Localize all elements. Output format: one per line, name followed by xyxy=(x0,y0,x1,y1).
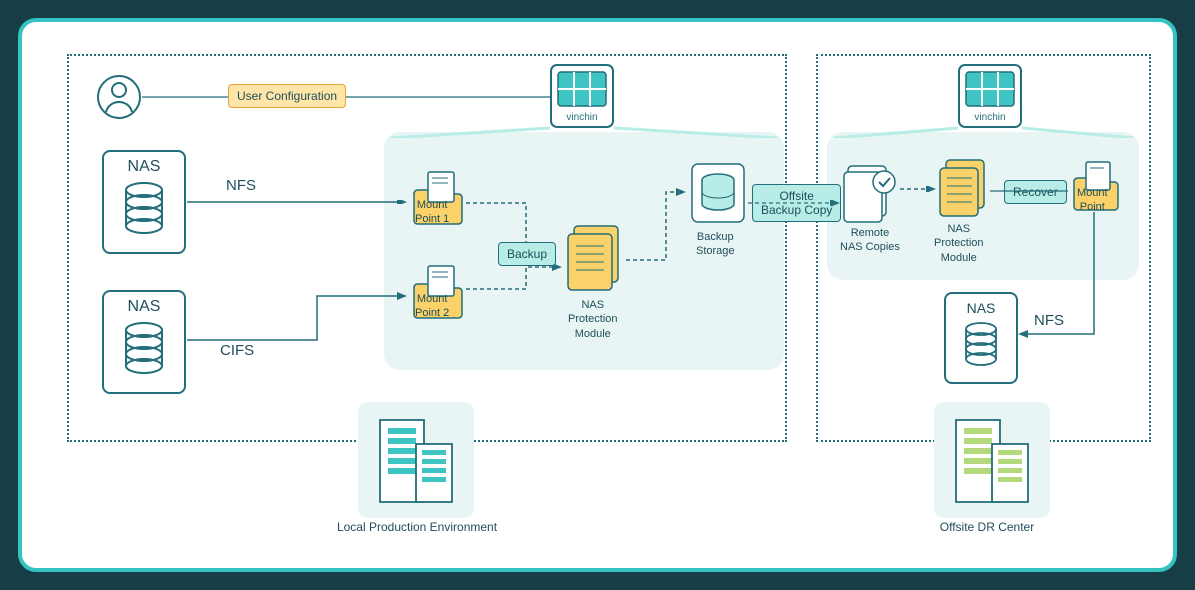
diagram-frame: User Configuration vinchin vinchin NAS xyxy=(18,18,1177,572)
line-module-to-mount-offsite xyxy=(990,188,1068,194)
nas-protection-module-local-label: NAS Protection Module xyxy=(568,298,618,341)
nas-1-title: NAS xyxy=(128,158,161,176)
mount-point-2-label: Mount Point 2 xyxy=(415,292,449,321)
remote-nas-copies xyxy=(840,162,902,224)
backup-storage-label: Backup Storage xyxy=(696,230,735,259)
document-stack-icon xyxy=(936,156,992,220)
zone-offsite-title: Offsite DR Center xyxy=(912,520,1062,534)
line-nas1-to-mount xyxy=(187,200,407,204)
chip-user-configuration-label: User Configuration xyxy=(228,84,346,108)
nas-2-title: NAS xyxy=(128,298,161,316)
chip-backup-label: Backup xyxy=(498,242,556,266)
arrow-offsite-copy xyxy=(748,200,840,206)
nas-protection-module-offsite xyxy=(936,156,992,220)
beam-offsite xyxy=(828,126,1140,138)
buildings-icon xyxy=(366,410,466,510)
nas-device-2: NAS xyxy=(102,290,186,394)
nas-device-1: NAS xyxy=(102,150,186,254)
protocol-cifs: CIFS xyxy=(220,342,254,359)
document-stack-icon xyxy=(564,222,626,294)
protocol-nfs-1: NFS xyxy=(226,177,256,194)
building-local xyxy=(358,402,474,518)
vinchin-icon: vinchin xyxy=(958,64,1022,128)
vinchin-icon: vinchin xyxy=(550,64,614,128)
storage-disks-icon xyxy=(121,320,167,378)
beam-local xyxy=(384,126,782,138)
nas-protection-module-offsite-label: NAS Protection Module xyxy=(934,222,984,265)
mount-point-offsite-label: Mount Point xyxy=(1077,186,1108,215)
database-icon xyxy=(688,160,748,226)
line-mount-to-nas-offsite xyxy=(1018,212,1098,338)
backup-storage xyxy=(688,160,748,226)
mount-point-1-label: Mount Point 1 xyxy=(415,198,449,227)
zone-local-title: Local Production Environment xyxy=(322,520,512,534)
line-nas2-to-mount xyxy=(187,292,407,342)
chip-backup: Backup xyxy=(498,242,556,266)
document-check-icon xyxy=(840,162,902,224)
chip-user-configuration: User Configuration xyxy=(228,84,346,108)
storage-disks-icon xyxy=(121,180,167,238)
line-module-to-storage xyxy=(626,182,686,264)
remote-nas-copies-label: Remote NAS Copies xyxy=(840,226,900,255)
nas-protection-module-local xyxy=(564,222,626,294)
svg-text:vinchin: vinchin xyxy=(566,112,597,123)
user-icon xyxy=(96,74,142,120)
buildings-icon xyxy=(942,410,1042,510)
svg-text:vinchin: vinchin xyxy=(974,112,1005,123)
vinchin-app-offsite: vinchin xyxy=(958,64,1022,128)
vinchin-app-local: vinchin xyxy=(550,64,614,128)
nas-device-offsite: NAS xyxy=(944,292,1018,384)
nas-offsite-title: NAS xyxy=(967,300,996,316)
building-offsite xyxy=(934,402,1050,518)
storage-disks-icon xyxy=(961,320,1001,370)
arrow-copies-to-module xyxy=(900,186,936,192)
